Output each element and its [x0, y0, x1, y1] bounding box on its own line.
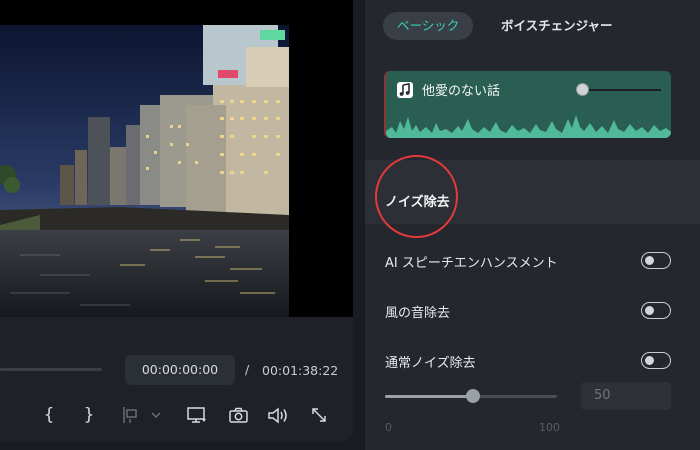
- insert-dropdown-button[interactable]: [148, 403, 164, 427]
- option-label-ai-speech: AI スピーチエンハンスメント: [385, 256, 558, 271]
- preview-area: [0, 0, 353, 317]
- mark-out-button[interactable]: }: [82, 403, 96, 427]
- volume-button[interactable]: [267, 403, 289, 427]
- highlight-annotation: [375, 155, 458, 238]
- snapshot-button[interactable]: [228, 403, 248, 427]
- tab-voice-changer[interactable]: ボイスチェンジャー: [487, 12, 627, 40]
- display-settings-icon: [187, 406, 206, 423]
- audio-waveform: [386, 115, 671, 138]
- mark-in-icon: {: [43, 405, 55, 425]
- snapshot-camera-icon: [228, 407, 248, 423]
- clip-volume-knob[interactable]: [576, 83, 589, 96]
- noise-level-slider-fill: [385, 395, 471, 398]
- toggle-ai-speech-enhancement[interactable]: [641, 252, 671, 269]
- mark-out-icon: }: [83, 405, 95, 425]
- fullscreen-button[interactable]: [309, 403, 329, 427]
- insert-clip-icon: [123, 407, 137, 423]
- noise-level-slider-knob[interactable]: [466, 389, 480, 403]
- video-preview[interactable]: [0, 25, 289, 317]
- current-timecode[interactable]: 00:00:00:00: [125, 355, 235, 385]
- slider-min-label: 0: [385, 421, 392, 434]
- noise-level-input[interactable]: 50: [581, 382, 671, 410]
- timecode-separator: /: [245, 362, 250, 377]
- display-settings-button[interactable]: [186, 403, 208, 427]
- audio-clip-title: 他愛のない話: [422, 84, 501, 99]
- playback-progress-bar[interactable]: [0, 368, 102, 371]
- option-label-noise-removal: 通常ノイズ除去: [385, 356, 476, 371]
- fullscreen-icon: [312, 408, 326, 422]
- video-player: 00:00:00:00 / 00:01:38:22 { }: [0, 0, 353, 441]
- audio-properties-panel: ベーシック ボイスチェンジャー 他愛のない話 ノイズ除去 AI スピーチエンハン…: [365, 0, 700, 450]
- total-duration: 00:01:38:22: [262, 363, 339, 378]
- insert-clip-button[interactable]: [120, 403, 140, 427]
- option-label-wind-removal: 風の音除去: [385, 306, 451, 321]
- volume-icon: [267, 406, 287, 424]
- audio-clip[interactable]: 他愛のない話: [384, 71, 671, 138]
- mark-in-button[interactable]: {: [42, 403, 56, 427]
- slider-max-label: 100: [539, 421, 560, 434]
- insert-dropdown-icon: [151, 412, 161, 418]
- tab-basic[interactable]: ベーシック: [383, 12, 474, 40]
- clip-volume-track[interactable]: [583, 89, 661, 91]
- toggle-wind-removal[interactable]: [641, 302, 671, 319]
- toggle-normal-noise-removal[interactable]: [641, 352, 671, 369]
- music-note-icon: [397, 82, 413, 98]
